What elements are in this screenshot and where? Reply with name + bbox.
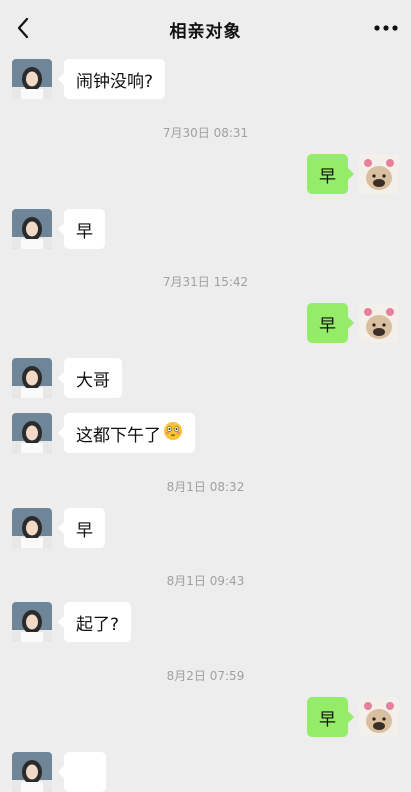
more-button[interactable] (371, 14, 401, 42)
incoming-message[interactable]: 早 (58, 508, 105, 548)
chat-title: 相亲对象 (169, 22, 242, 42)
incoming-message[interactable]: 大哥 (58, 358, 122, 398)
user-avatar[interactable] (359, 154, 399, 194)
contact-avatar[interactable] (12, 358, 52, 398)
incoming-message[interactable]: 这都下午了 (58, 413, 195, 453)
outgoing-message[interactable]: 早 (307, 697, 354, 737)
message-timestamp: 8月1日 09:43 (166, 574, 245, 588)
message-timestamp: 7月30日 08:31 (162, 126, 249, 140)
chat-header: 相亲对象 (0, 0, 411, 56)
incoming-message[interactable]: 闹钟没响? (57, 59, 166, 99)
contact-avatar[interactable] (12, 602, 52, 642)
contact-avatar[interactable] (12, 59, 52, 99)
user-avatar[interactable] (359, 697, 399, 737)
outgoing-message[interactable]: 早 (307, 303, 354, 343)
user-avatar[interactable] (359, 303, 399, 343)
flushed-face-icon (163, 421, 183, 446)
contact-avatar[interactable] (12, 413, 52, 453)
contact-avatar[interactable] (12, 508, 52, 548)
message-text: 这都下午了 (76, 425, 161, 446)
message-timestamp: 8月1日 08:32 (166, 480, 245, 494)
message-timestamp: 7月31日 15:42 (162, 275, 249, 289)
outgoing-message[interactable]: 早 (307, 154, 354, 194)
incoming-message[interactable]: 起了? (57, 602, 132, 642)
incoming-message[interactable]: 早 (58, 209, 105, 249)
contact-avatar[interactable] (12, 209, 52, 249)
incoming-message-partial[interactable] (58, 752, 106, 792)
contact-avatar[interactable] (12, 752, 52, 792)
message-timestamp: 8月2日 07:59 (166, 669, 245, 683)
ellipsis-icon (374, 25, 398, 31)
